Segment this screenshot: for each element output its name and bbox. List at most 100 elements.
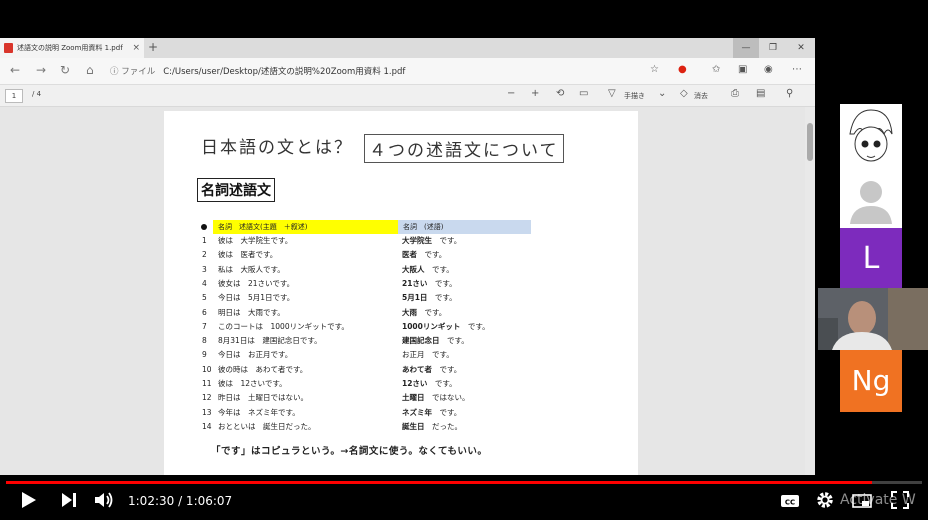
settings-gear-icon[interactable]: [815, 490, 835, 510]
table-row: 7 このコートは 1000リンギットです。 1000リンギット です。: [202, 320, 622, 334]
save-icon[interactable]: ▤: [756, 88, 765, 99]
row-number: 7: [202, 321, 207, 331]
row-predicate-copula: です。: [417, 307, 447, 317]
row-number: 8: [202, 336, 207, 346]
row-predicate: 建国記念日 です。: [402, 334, 469, 348]
url-input[interactable]: ⓘ ファイル C:/Users/user/Desktop/述語文の説明%20Zo…: [110, 62, 670, 80]
participant-tile-default: [840, 166, 902, 228]
zoom-in-icon[interactable]: +: [531, 88, 539, 99]
video-progress-fill: [6, 481, 872, 484]
minimize-button[interactable]: —: [733, 38, 759, 58]
row-predicate-copula: です。: [417, 250, 447, 260]
draw-icon[interactable]: ▽: [608, 88, 616, 99]
next-icon[interactable]: [60, 490, 78, 510]
row-predicate-copula: だった。: [424, 421, 462, 431]
profile-icon[interactable]: ◉: [764, 64, 773, 75]
svg-text:CC: CC: [785, 499, 795, 507]
zoom-out-icon[interactable]: −: [507, 88, 515, 99]
captions-icon[interactable]: CC: [780, 494, 800, 508]
scrollbar[interactable]: [805, 107, 815, 475]
participant-tile-l: L: [840, 228, 902, 290]
row-sentence: 彼女は 21さいです。: [218, 278, 295, 288]
pdf-viewer: 日本語の文とは？ ４つの述語文について 名詞述語文 名詞 述語文(主題 ＋叙述)…: [0, 107, 815, 475]
browser-tab[interactable]: 述語文の説明 Zoom用資料 1.pdf ×: [0, 38, 144, 58]
copula-note: 「です」はコピュラという。→名詞文に使う。なくてもいい。: [211, 446, 488, 457]
row-predicate-noun: 大雨: [402, 307, 417, 317]
file-info-label: ⓘ ファイル: [110, 67, 156, 77]
extension-icon[interactable]: ●: [678, 64, 687, 75]
page-number-input[interactable]: 1: [5, 89, 23, 103]
fit-page-icon[interactable]: ▭: [579, 88, 588, 99]
table-row: 12 昨日は 土曜日ではない。 土曜日 ではない。: [202, 391, 622, 405]
row-predicate: お正月 です。: [402, 348, 454, 362]
back-arrow-icon[interactable]: ←: [10, 63, 20, 77]
row-predicate-copula: です。: [424, 264, 454, 274]
row-predicate-copula: お正月 です。: [402, 350, 454, 360]
row-sentence: 今日は お正月です。: [218, 350, 293, 360]
erase-label[interactable]: 消去: [694, 91, 708, 101]
table-row: 3 私は 大阪人です。 大阪人 です。: [202, 263, 622, 277]
draw-label[interactable]: 手描き: [624, 91, 645, 101]
row-sentence: 昨日は 土曜日ではない。: [218, 393, 308, 403]
row-predicate-copula: です。: [432, 236, 462, 245]
pin-icon[interactable]: ⚲: [786, 88, 793, 99]
volume-icon[interactable]: [93, 490, 115, 510]
row-predicate-copula: です。: [427, 278, 457, 288]
home-icon[interactable]: ⌂: [86, 63, 94, 77]
row-sentence: 私は 大阪人です。: [218, 264, 285, 274]
new-tab-icon[interactable]: +: [148, 40, 158, 54]
row-predicate: 大阪人 です。: [402, 263, 454, 277]
forward-arrow-icon[interactable]: →: [36, 63, 46, 77]
row-predicate-noun: 12さい: [402, 379, 428, 388]
table-row: 13 今年は ネズミ年です。 ネズミ年 です。: [202, 406, 622, 420]
row-sentence: 今年は ネズミ年です。: [218, 407, 300, 417]
row-number: 3: [202, 264, 207, 274]
table-row: 2 彼は 医者です。 医者 です。: [202, 248, 622, 262]
row-predicate: 21さい です。: [402, 277, 457, 291]
row-number: 13: [202, 407, 212, 417]
row-sentence: おとといは 誕生日だった。: [218, 421, 316, 431]
maximize-button[interactable]: ❐: [760, 38, 786, 58]
video-time: 1:02:30 / 1:06:07: [128, 494, 233, 508]
video-progress-bar[interactable]: [6, 481, 922, 484]
scrollbar-thumb[interactable]: [807, 123, 813, 161]
more-menu-icon[interactable]: ⋯: [792, 64, 802, 75]
refresh-icon[interactable]: ↻: [60, 63, 70, 77]
row-number: 4: [202, 278, 207, 288]
row-number: 2: [202, 250, 207, 260]
tab-close-icon[interactable]: ×: [132, 43, 140, 53]
play-icon[interactable]: [18, 490, 38, 510]
row-predicate-copula: ではない。: [424, 393, 470, 403]
favorites-icon[interactable]: ✩: [712, 64, 720, 75]
chevron-down-icon[interactable]: ⌄: [658, 88, 666, 99]
tab-title: 述語文の説明 Zoom用資料 1.pdf: [17, 44, 123, 52]
row-sentence: 彼は 大学院生です。: [218, 236, 293, 245]
table-row: 1 彼は 大学院生です。 大学院生 です。: [202, 234, 622, 248]
row-predicate: 1000リンギット です。: [402, 320, 490, 334]
table-row: 9 今日は お正月です。 お正月 です。: [202, 348, 622, 362]
row-number: 5: [202, 293, 207, 303]
page-total: / 4: [32, 90, 42, 98]
bullet-icon: [201, 224, 207, 230]
pdf-toolbar: 1 / 4 − + ⟲ ▭ ▽ 手描き ⌄ ◇ 消去 ⎙ ▤ ⚲: [0, 85, 815, 107]
table-row: 6 明日は 大雨です。 大雨 です。: [202, 306, 622, 320]
row-number: 11: [202, 379, 212, 388]
row-number: 1: [202, 236, 207, 245]
table-row: 11 彼は 12さいです。 12さい です。: [202, 377, 622, 391]
row-predicate-noun: 21さい: [402, 278, 428, 288]
row-number: 6: [202, 307, 207, 317]
row-sentence: 今日は 5月1日です。: [218, 293, 295, 303]
row-predicate-copula: です。: [427, 293, 457, 303]
table-row: 14 おとといは 誕生日だった。 誕生日 だった。: [202, 420, 622, 434]
favorite-star-icon[interactable]: ☆: [650, 64, 659, 75]
row-sentence: このコートは 1000リンギットです。: [218, 321, 349, 331]
table-row: 4 彼女は 21さいです。 21さい です。: [202, 277, 622, 291]
collections-icon[interactable]: ▣: [738, 64, 747, 75]
eraser-icon[interactable]: ◇: [680, 88, 688, 99]
rotate-icon[interactable]: ⟲: [556, 88, 564, 99]
row-predicate-noun: 5月1日: [402, 293, 428, 303]
doc-title: 日本語の文とは？: [201, 138, 353, 158]
close-window-button[interactable]: ✕: [788, 38, 814, 58]
table-row: 5 今日は 5月1日です。 5月1日 です。: [202, 291, 622, 305]
print-icon[interactable]: ⎙: [731, 88, 739, 99]
